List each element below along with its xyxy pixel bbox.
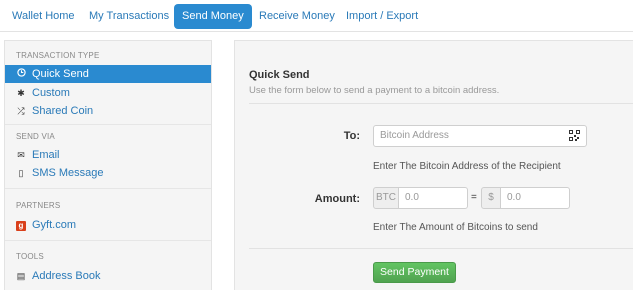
sidebar-item-label: Gyft.com	[32, 219, 77, 231]
sidebar-divider	[5, 124, 211, 125]
sidebar-item-custom[interactable]: ✱ Custom	[5, 84, 211, 102]
top-nav: Wallet Home My Transactions Send Money R…	[0, 0, 633, 32]
tab-receive-money[interactable]: Receive Money	[251, 4, 343, 29]
sidebar-item-label: Custom	[32, 87, 70, 99]
envelope-icon: ✉	[17, 150, 25, 160]
btc-amount-input[interactable]: 0.0	[398, 187, 468, 209]
gyft-logo-icon: g	[16, 221, 26, 231]
to-label: To:	[343, 130, 360, 142]
gear-icon: ✱	[17, 88, 25, 98]
sidebar-item-gyft[interactable]: g Gyft.com	[5, 216, 211, 234]
sidebar: TRANSACTION TYPE Quick Send ✱ Custom ⤮ Sha…	[4, 40, 212, 290]
bitcoin-address-input[interactable]: Bitcoin Address	[373, 125, 587, 147]
bitcoin-address-placeholder: Bitcoin Address	[380, 130, 449, 141]
amount-help-text: Enter The Amount of Bitcoins to send	[373, 222, 538, 233]
sidebar-item-label: SMS Message	[32, 167, 104, 179]
sidebar-item-label: Email	[32, 149, 60, 161]
quick-send-panel: Quick Send Use the form below to send a …	[234, 40, 633, 290]
address-help-text: Enter The Bitcoin Address of the Recipie…	[373, 161, 561, 172]
tab-import-export[interactable]: Import / Export	[338, 4, 426, 29]
btc-unit-addon: BTC	[373, 187, 399, 209]
sidebar-item-label: Shared Coin	[32, 105, 94, 117]
amount-label: Amount:	[314, 193, 360, 205]
sidebar-item-label: Address Book	[32, 270, 101, 282]
sidebar-divider	[5, 240, 211, 241]
sidebar-item-shared-coin[interactable]: ⤮ Shared Coin	[5, 102, 211, 120]
phone-icon: ▯	[18, 168, 24, 178]
divider	[249, 103, 633, 104]
sidebar-item-label: Quick Send	[32, 68, 89, 80]
divider	[249, 248, 633, 249]
sidebar-header-partners: PARTNERS	[16, 201, 61, 210]
usd-amount-input[interactable]: 0.0	[500, 187, 570, 209]
sidebar-item-quick-send[interactable]: Quick Send	[5, 65, 211, 83]
tab-my-transactions[interactable]: My Transactions	[81, 4, 177, 29]
sidebar-item-email[interactable]: ✉ Email	[5, 146, 211, 164]
usd-amount-placeholder: 0.0	[507, 192, 521, 203]
equals-sign: =	[471, 192, 477, 203]
page-title: Quick Send	[249, 69, 310, 81]
shuffle-icon: ⤮	[17, 106, 25, 116]
book-icon: ▤	[16, 271, 26, 281]
sidebar-item-sms-message[interactable]: ▯ SMS Message	[5, 164, 211, 182]
sidebar-header-send-via: SEND VIA	[16, 132, 55, 141]
btc-amount-placeholder: 0.0	[405, 192, 419, 203]
page-description: Use the form below to send a payment to …	[249, 85, 500, 96]
sidebar-item-address-book[interactable]: ▤ Address Book	[5, 267, 211, 285]
send-payment-button[interactable]: Send Payment	[373, 262, 456, 283]
qr-code-icon[interactable]	[569, 130, 580, 141]
sidebar-divider	[5, 188, 211, 189]
usd-unit-addon: $	[481, 187, 501, 209]
sidebar-header-transaction-type: TRANSACTION TYPE	[16, 51, 100, 60]
tab-send-money[interactable]: Send Money	[174, 4, 252, 29]
clock-icon	[16, 65, 26, 83]
tab-wallet-home[interactable]: Wallet Home	[4, 4, 83, 29]
sidebar-header-tools: TOOLS	[16, 252, 44, 261]
